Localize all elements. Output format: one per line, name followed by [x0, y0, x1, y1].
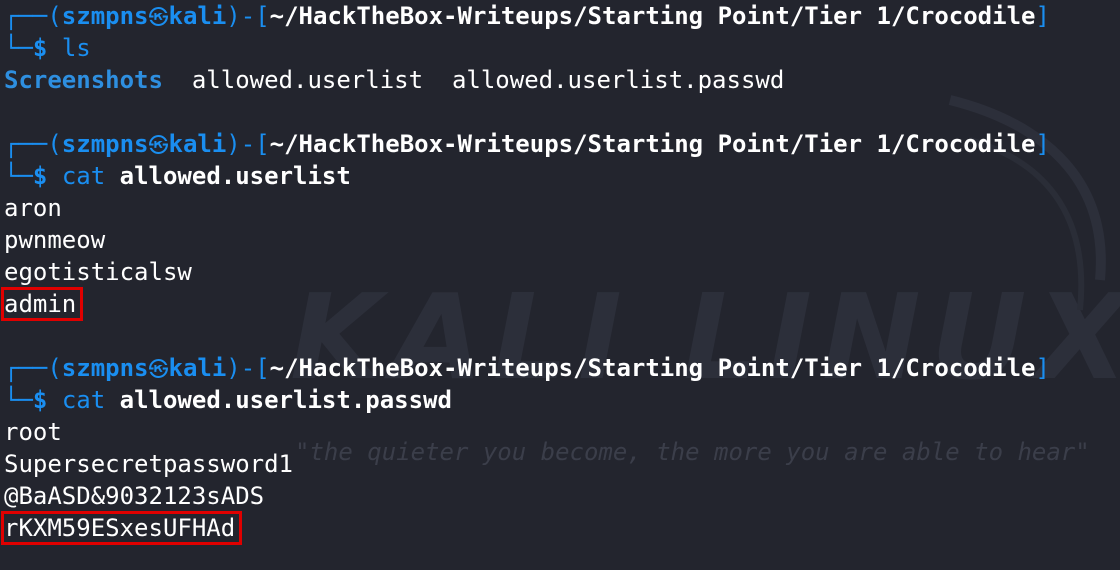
- terminal-output: ┌──(szmpns㉿kali)-[~/HackTheBox-Writeups/…: [0, 0, 1120, 545]
- prompt-host: kali: [168, 2, 227, 30]
- prompt-header: ┌──(szmpns㉿kali)-[~/HackTheBox-Writeups/…: [4, 354, 1050, 382]
- kali-icon: ㉿: [148, 133, 169, 157]
- highlighted-password: rKXM59ESxesUFHAd: [0, 511, 243, 545]
- list-item-file: allowed.userlist: [191, 66, 424, 94]
- prompt-user: szmpns: [61, 2, 149, 30]
- list-item-file: allowed.userlist.passwd: [451, 66, 785, 94]
- output-line: root: [4, 418, 62, 446]
- prompt-path: ~/HackTheBox-Writeups/Starting Point/Tie…: [269, 2, 1036, 30]
- list-item-directory: Screenshots: [4, 66, 163, 94]
- prompt-header: ┌──(szmpns㉿kali)-[~/HackTheBox-Writeups/…: [4, 130, 1050, 158]
- command-argument: allowed.userlist.passwd: [119, 386, 452, 414]
- command-line: └─$ cat allowed.userlist: [4, 162, 351, 190]
- prompt-user: szmpns: [61, 130, 149, 158]
- prompt-user: szmpns: [61, 354, 149, 382]
- prompt-symbol: $: [32, 162, 48, 190]
- prompt-path: ~/HackTheBox-Writeups/Starting Point/Tie…: [269, 130, 1036, 158]
- prompt-host: kali: [168, 130, 227, 158]
- command-line: └─$ cat allowed.userlist.passwd: [4, 386, 452, 414]
- highlighted-username: admin: [0, 287, 84, 321]
- output-line: egotisticalsw: [4, 258, 192, 286]
- output-line: aron: [4, 194, 62, 222]
- output-line: @BaASD&9032123sADS: [4, 482, 265, 510]
- ls-output: Screenshots allowed.userlist allowed.use…: [4, 64, 1120, 96]
- kali-icon: ㉿: [148, 5, 169, 29]
- prompt-host: kali: [168, 354, 227, 382]
- output-line-highlighted: rKXM59ESxesUFHAd: [0, 511, 1120, 545]
- command: cat: [61, 386, 106, 414]
- output-line: pwnmeow: [4, 226, 106, 254]
- command: ls: [61, 34, 91, 62]
- command: cat: [61, 162, 106, 190]
- output-line-highlighted: admin: [0, 287, 1120, 321]
- prompt-path: ~/HackTheBox-Writeups/Starting Point/Tie…: [269, 354, 1036, 382]
- command-argument: allowed.userlist: [119, 162, 351, 190]
- kali-icon: ㉿: [148, 357, 169, 381]
- prompt-symbol: $: [32, 386, 48, 414]
- prompt-header: ┌──(szmpns㉿kali)-[~/HackTheBox-Writeups/…: [4, 2, 1050, 30]
- command-line: └─$ ls: [4, 34, 91, 62]
- prompt-symbol: $: [32, 34, 48, 62]
- output-line: Supersecretpassword1: [4, 450, 293, 478]
